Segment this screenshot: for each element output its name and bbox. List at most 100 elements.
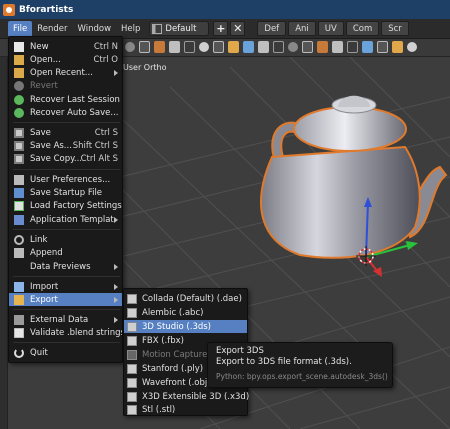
menu-item-user-preferences[interactable]: User Preferences... [9,173,122,186]
menu-separator [13,229,120,230]
menu-item-external-data[interactable]: External Data [9,313,122,326]
menu-item-shortcut: Shift Ctrl S [72,140,118,151]
menu-item-recover-auto-save[interactable]: Recover Auto Save... [9,106,122,119]
menu-item-save-startup-file[interactable]: Save Startup File [9,186,122,199]
sphere-icon[interactable] [288,42,298,52]
screen-layout-select[interactable]: Default [149,21,210,36]
record-icon[interactable] [407,42,417,52]
camera-icon[interactable] [317,41,328,53]
menu-item-load-factory-settings[interactable]: Load Factory Settings [9,199,122,212]
menu-item-quit[interactable]: Quit [9,346,122,359]
menu-item-open-recent[interactable]: Open Recent... [9,66,122,79]
grid-icon[interactable] [347,41,358,53]
menu-item-validate-blend-strings[interactable]: Validate .blend strings [9,326,122,339]
format-icon [127,293,137,304]
export-item-stl[interactable]: Stl (.stl) [124,403,247,416]
menu-item-export[interactable]: Export [9,293,122,306]
layer-icon[interactable] [243,41,254,53]
menu-item-label: Application Templates [30,214,114,225]
menu-item-label: New [30,41,49,52]
menu-item-application-templates[interactable]: Application Templates [9,213,122,226]
select-box-icon[interactable] [184,41,195,53]
new-file-icon [14,41,24,52]
save-icon [14,127,24,138]
manipulator-icon[interactable] [302,41,313,53]
export-item-3ds[interactable]: 3D Studio (.3ds) [124,320,247,333]
menu-item-recover-last-session[interactable]: Recover Last Session [9,93,122,106]
menu-item-shortcut: Ctrl O [93,54,118,65]
menu-item-label: Validate .blend strings [30,327,122,338]
quit-icon [14,347,24,358]
teapot-knob-top [338,95,370,107]
light-icon[interactable] [332,41,343,53]
export-item-label: FBX (.fbx) [142,335,184,346]
menu-separator [13,342,120,343]
menu-separator [13,309,120,310]
teapot-lid [293,106,407,152]
submenu-arrow-icon [114,216,118,223]
export-item-alembic[interactable]: Alembic (.abc) [124,306,247,319]
tooltip-description: Export to 3DS file format (.3ds). [216,357,352,367]
menu-item-label: Append [30,247,63,258]
menu-item-append[interactable]: Append [9,246,122,259]
menu-item-shortcut: Ctrl Alt S [80,153,118,164]
add-layout-button[interactable]: + [213,21,229,36]
tool-shelf-strip[interactable] [0,57,8,429]
menu-item-data-previews[interactable]: Data Previews [9,260,122,273]
tab-uv[interactable]: UV [317,21,344,36]
menu-help[interactable]: Help [116,21,145,37]
submenu-arrow-icon [114,316,118,323]
world-icon[interactable] [362,41,373,53]
validate-icon [14,327,24,338]
menu-item-revert[interactable]: Revert [9,79,122,92]
export-item-collada[interactable]: Collada (Default) (.dae) [124,292,247,305]
factory-settings-icon [14,200,24,211]
pivot-icon[interactable] [199,42,209,52]
render-preview-icon[interactable] [258,41,269,53]
menu-item-open[interactable]: Open... Ctrl O [9,53,122,66]
window-title: Bforartists [19,4,74,15]
format-icon [127,404,137,415]
overlay-icon[interactable] [273,41,284,53]
submenu-arrow-icon [114,296,118,303]
export-item-x3d[interactable]: X3D Extensible 3D (.x3d) [124,390,250,403]
menu-item-label: Save Startup File [30,187,103,198]
preferences-icon [14,174,24,185]
tab-animation[interactable]: Ani [288,21,316,36]
mesh-icon[interactable] [169,41,180,53]
menu-file[interactable]: File [8,20,33,37]
menu-item-label: Open... [30,54,61,65]
menu-item-save-copy[interactable]: Save Copy... Ctrl Alt S [9,152,122,165]
export-item-label: Alembic (.abc) [142,307,204,318]
menu-item-label: Load Factory Settings [30,200,122,211]
tooltip-title: Export 3DS [216,346,264,356]
remove-layout-button[interactable]: ✕ [230,21,246,36]
file-menu: New Ctrl N Open... Ctrl O Open Recent...… [8,36,123,363]
tab-compositing[interactable]: Com [345,21,380,36]
keyframe-icon[interactable] [392,41,403,53]
menu-item-label: Open Recent... [30,67,93,78]
menu-item-label: Recover Last Session [30,94,120,105]
menu-item-import[interactable]: Import [9,280,122,293]
snap-icon[interactable] [213,41,224,53]
tab-default[interactable]: Def [257,21,287,36]
external-data-icon [14,314,24,325]
view-icon[interactable] [139,41,150,53]
shading-icon[interactable] [125,42,135,52]
menu-window[interactable]: Window [73,21,117,37]
lock-icon[interactable] [377,41,388,53]
menu-render[interactable]: Render [32,21,72,37]
object-icon[interactable] [154,41,165,53]
tab-scripting[interactable]: Scr [381,21,409,36]
import-icon [14,281,24,292]
menu-item-save-as[interactable]: Save As... Shift Ctrl S [9,139,122,152]
open-folder-icon [14,54,24,65]
proportional-edit-icon[interactable] [228,41,239,53]
save-copy-icon [14,153,24,164]
export-item-label: X3D Extensible 3D (.x3d) [142,391,250,402]
menu-item-save[interactable]: Save Ctrl S [9,126,122,139]
menu-item-label: Save As... [30,140,72,151]
menu-item-link[interactable]: Link [9,233,122,246]
app-logo-icon [3,3,15,16]
menu-item-new[interactable]: New Ctrl N [9,40,122,53]
